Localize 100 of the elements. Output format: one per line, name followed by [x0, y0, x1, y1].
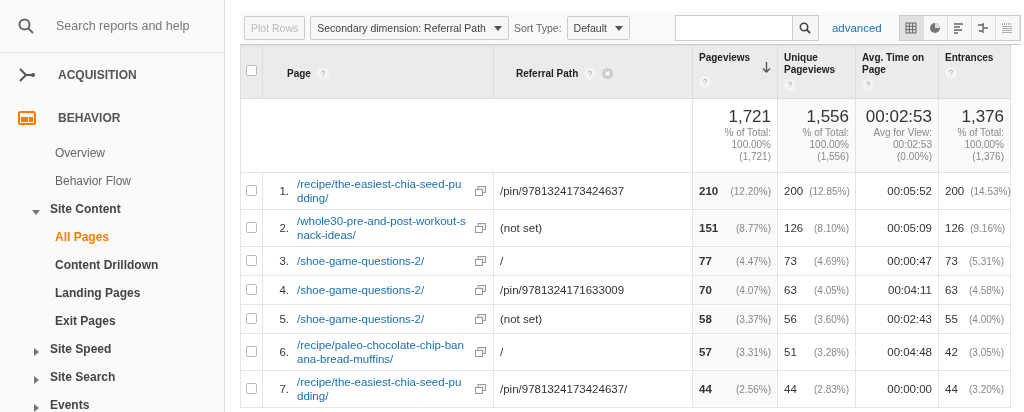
- row-checkbox[interactable]: [246, 283, 257, 295]
- open-window-icon[interactable]: [475, 384, 486, 394]
- metric-percent: (3.28%): [814, 346, 849, 358]
- nav-group[interactable]: Site Search: [0, 363, 224, 391]
- open-window-icon[interactable]: [475, 186, 486, 196]
- metric-percent: (8.77%): [736, 222, 771, 234]
- help-icon[interactable]: [584, 68, 597, 80]
- page-link[interactable]: /shoe-game-questions-2/: [297, 283, 467, 297]
- page-link[interactable]: /recipe/the-easiest-chia-seed-pudding/: [297, 177, 467, 205]
- column-header[interactable]: Referral Path: [493, 45, 693, 99]
- caret-right-icon[interactable]: [32, 345, 40, 353]
- row-checkbox[interactable]: [246, 254, 257, 266]
- nav-group[interactable]: Site Content: [0, 195, 224, 223]
- metric-percent: (5.31%): [969, 255, 1004, 267]
- metric-percent: (4.07%): [736, 284, 771, 296]
- column-header[interactable]: Avg. Time on Page: [855, 45, 939, 99]
- page-link[interactable]: /recipe/paleo-chocolate-chip-banana-bread-muffins/: [297, 338, 467, 366]
- caret-down-icon: [614, 25, 623, 31]
- help-icon[interactable]: [945, 67, 957, 79]
- open-window-icon[interactable]: [475, 256, 486, 266]
- column-header[interactable]: Pageviews: [692, 45, 778, 99]
- help-icon[interactable]: [862, 79, 874, 91]
- help-icon[interactable]: [699, 76, 711, 88]
- caret-right-icon[interactable]: [32, 401, 40, 409]
- metric-value: 63: [945, 284, 958, 296]
- metric-value: 42: [945, 346, 958, 358]
- page-link[interactable]: /shoe-game-questions-2/: [297, 254, 467, 268]
- metric-percent: (4.00%): [969, 313, 1004, 325]
- secondary-dimension-dropdown[interactable]: Secondary dimension: Referral Path: [310, 16, 509, 40]
- referral-path-cell: /pin/9781324171633009: [493, 275, 693, 305]
- metric-value: 151: [699, 222, 719, 234]
- search-icon[interactable]: [18, 18, 34, 34]
- remove-icon[interactable]: [602, 68, 614, 79]
- total-detail: % of Total:: [723, 127, 771, 139]
- page-link[interactable]: /whole30-pre-and-post-workout-snack-ideas/: [297, 214, 467, 242]
- table-search-field[interactable]: [674, 15, 819, 41]
- total-detail: 100.00%: [730, 139, 771, 151]
- nav-section[interactable]: BEHAVIOR: [0, 96, 224, 139]
- nav-item[interactable]: Exit Pages: [0, 307, 224, 335]
- metric-percent: (12.20%): [730, 185, 771, 197]
- metric-percent: (8.10%): [814, 222, 849, 234]
- metric-value: 210: [699, 185, 719, 197]
- sort-type-dropdown[interactable]: Default: [566, 16, 630, 40]
- help-icon[interactable]: [316, 68, 329, 80]
- row-checkbox[interactable]: [246, 221, 257, 233]
- referral-path-cell: (not set): [493, 209, 693, 247]
- open-window-icon[interactable]: [475, 347, 486, 357]
- search-button[interactable]: [791, 16, 818, 40]
- row-checkbox[interactable]: [246, 312, 257, 324]
- metric-value: 44: [945, 383, 958, 395]
- nav-group[interactable]: Site Speed: [0, 335, 224, 363]
- comparison-icon: [977, 22, 990, 34]
- row-number: 1.: [278, 185, 289, 197]
- row-number: 7.: [278, 383, 289, 395]
- help-icon[interactable]: [784, 79, 796, 91]
- page-link[interactable]: /recipe/the-easiest-chia-seed-pudding/: [297, 375, 467, 403]
- search-field[interactable]: Search reports and help: [56, 19, 190, 33]
- referral-path-cell: /: [493, 333, 693, 371]
- metric-value: 200: [945, 185, 965, 197]
- row-checkbox[interactable]: [246, 184, 257, 196]
- nav-section[interactable]: ACQUISITION: [0, 53, 224, 96]
- total-detail: (1,556): [816, 151, 849, 163]
- avg-time-value: 00:02:43: [887, 313, 932, 325]
- open-window-icon[interactable]: [475, 314, 486, 324]
- nav-item[interactable]: Behavior Flow: [0, 167, 224, 195]
- metric-value: 77: [699, 255, 712, 267]
- metric-percent: (3.20%): [969, 383, 1004, 395]
- open-window-icon[interactable]: [475, 285, 486, 295]
- caret-right-icon[interactable]: [32, 373, 40, 381]
- metric-percent: (4.69%): [814, 255, 849, 267]
- pie-chart-icon: [929, 22, 942, 34]
- bar-chart-icon: [953, 22, 966, 34]
- nav-item[interactable]: Landing Pages: [0, 279, 224, 307]
- column-header[interactable]: Entrances: [938, 45, 1011, 99]
- row-number: 3.: [278, 255, 289, 267]
- view-button[interactable]: [899, 16, 924, 40]
- column-header[interactable]: Unique Pageviews: [777, 45, 856, 99]
- checkbox[interactable]: [246, 65, 257, 76]
- total-detail: (0.00%): [896, 151, 932, 163]
- open-window-icon[interactable]: [475, 223, 486, 233]
- total-detail: 00:02:53: [892, 139, 932, 151]
- metric-value: 44: [784, 383, 797, 395]
- metric-value: 126: [784, 222, 804, 234]
- metric-percent: (14.53%): [970, 185, 1011, 197]
- row-checkbox[interactable]: [246, 345, 257, 357]
- page-link[interactable]: /shoe-game-questions-2/: [297, 312, 467, 326]
- metric-percent: (3.37%): [736, 313, 771, 325]
- total-detail: (1,376): [971, 151, 1004, 163]
- avg-time-value: 00:05:09: [887, 222, 932, 234]
- total-detail: 100.00%: [808, 139, 849, 151]
- grid-icon: [905, 22, 918, 34]
- nav-group[interactable]: Events: [0, 391, 224, 412]
- metric-value: 126: [945, 222, 965, 234]
- row-checkbox[interactable]: [246, 382, 257, 394]
- column-header[interactable]: Page: [262, 45, 494, 99]
- row-number: 2.: [278, 222, 289, 234]
- nav-item[interactable]: Overview: [0, 139, 224, 167]
- nav-item[interactable]: Content Drilldown: [0, 251, 224, 279]
- advanced-link[interactable]: advanced: [831, 22, 882, 34]
- metric-value: 44: [699, 383, 712, 395]
